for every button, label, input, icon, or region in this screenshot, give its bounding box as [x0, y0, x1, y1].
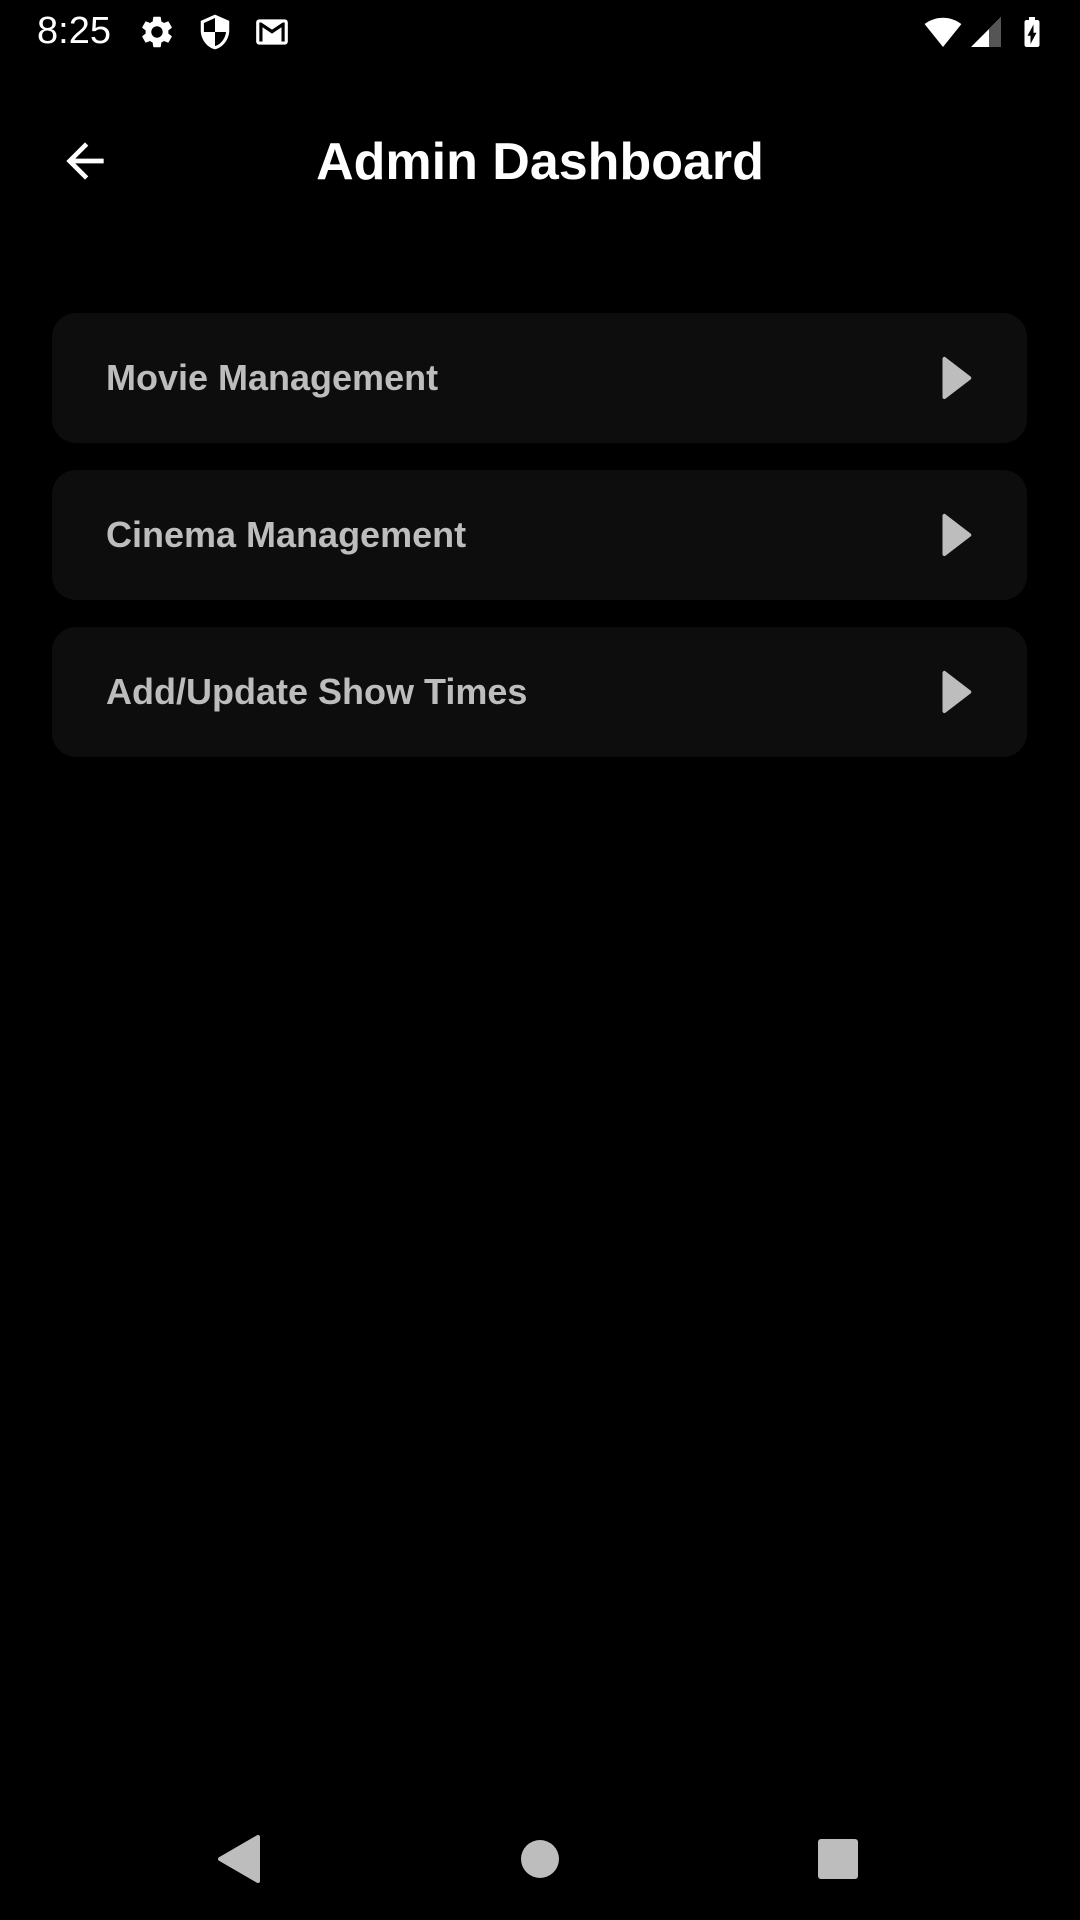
nav-recents-button[interactable] — [798, 1819, 878, 1899]
play-arrow-icon — [931, 512, 977, 558]
wifi-icon — [922, 13, 964, 51]
nav-home-button[interactable] — [500, 1819, 580, 1899]
menu-list: Movie Management Cinema Management Add/U… — [52, 313, 1027, 784]
nav-recents-icon — [817, 1838, 859, 1880]
menu-item-show-times[interactable]: Add/Update Show Times — [52, 627, 1027, 757]
play-arrow-icon — [931, 669, 977, 715]
gear-icon — [138, 13, 176, 51]
status-bar: 8:25 — [0, 0, 1080, 63]
app-bar: Admin Dashboard — [0, 100, 1080, 224]
page-title: Admin Dashboard — [316, 133, 764, 191]
shield-icon — [196, 13, 234, 51]
menu-item-movie-management[interactable]: Movie Management — [52, 313, 1027, 443]
nav-bar — [0, 1794, 1080, 1920]
menu-item-label: Movie Management — [106, 357, 439, 398]
menu-item-cinema-management[interactable]: Cinema Management — [52, 470, 1027, 600]
gmail-icon — [253, 13, 291, 51]
play-arrow-icon — [931, 355, 977, 401]
menu-item-label: Add/Update Show Times — [106, 671, 528, 712]
battery-charging-icon — [1014, 13, 1050, 51]
nav-home-icon — [520, 1839, 560, 1879]
nav-back-button[interactable] — [198, 1819, 278, 1899]
nav-back-icon — [214, 1833, 262, 1885]
menu-item-label: Cinema Management — [106, 514, 467, 555]
status-time: 8:25 — [37, 10, 111, 52]
signal-icon — [968, 13, 1004, 51]
